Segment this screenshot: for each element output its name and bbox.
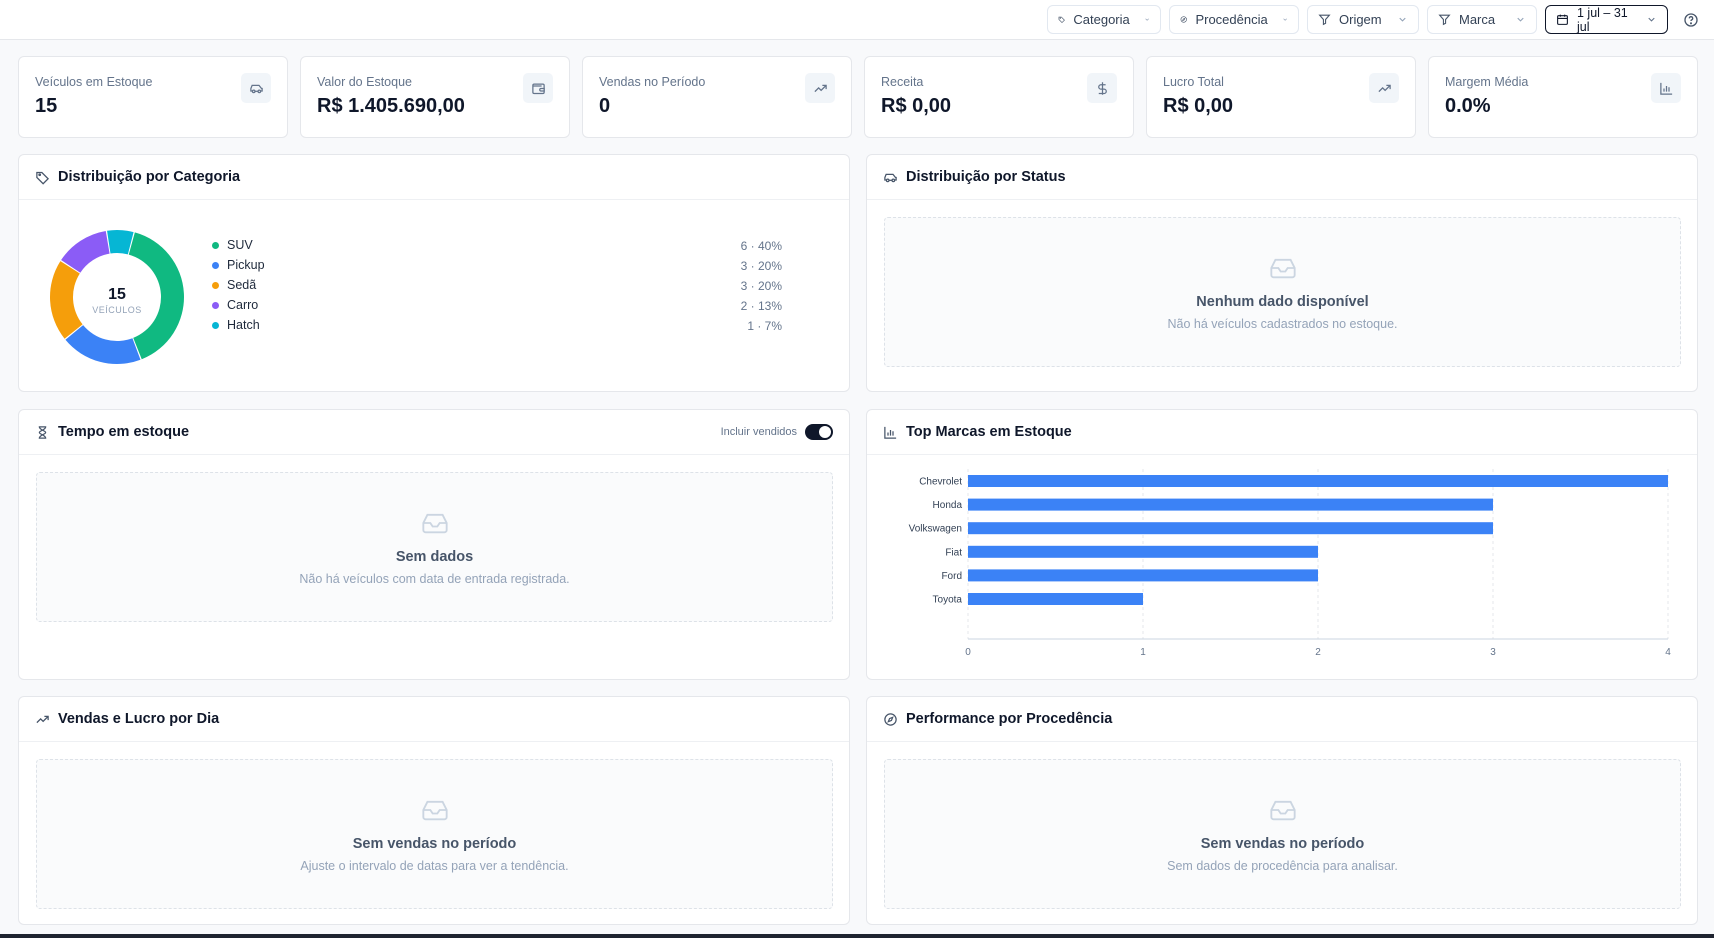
help-button[interactable] xyxy=(1680,9,1702,31)
legend-item: Carro 2 · 13% xyxy=(212,295,782,315)
bar-chart-icon xyxy=(1659,82,1672,95)
tempo-estoque-panel: Tempo em estoque Incluir vendidos Sem da… xyxy=(18,409,850,680)
kpi-card-receita: Receita R$ 0,00 xyxy=(864,56,1134,138)
chevron-down-icon xyxy=(1399,17,1406,22)
bar-toyota[interactable] xyxy=(968,593,1143,605)
bar-honda[interactable] xyxy=(968,498,1493,511)
legend-item: Sedã 3 · 20% xyxy=(212,275,782,295)
inbox-icon xyxy=(421,800,448,820)
y-category-label: Honda xyxy=(933,500,963,511)
categoria-panel: Distribuição por Categoria 15 VEÍCULOS S… xyxy=(18,154,850,392)
inbox-icon xyxy=(421,513,448,533)
vendas-lucro-panel: Vendas e Lucro por Dia Sem vendas no per… xyxy=(18,696,850,925)
legend-dot xyxy=(212,301,219,309)
origem-filter[interactable]: Origem xyxy=(1307,5,1419,34)
donut-slice-sedã[interactable] xyxy=(49,261,83,339)
dollar-icon xyxy=(1097,81,1107,95)
filter-icon xyxy=(1318,14,1331,26)
car-icon xyxy=(884,173,897,182)
procedencia-filter[interactable]: Procedência xyxy=(1169,5,1299,34)
category-donut-chart: 15 VEÍCULOS xyxy=(49,230,185,364)
legend-item: Pickup 3 · 20% xyxy=(212,255,782,275)
help-icon xyxy=(1684,12,1698,27)
hourglass-icon xyxy=(38,425,47,439)
bar-chevrolet[interactable] xyxy=(968,475,1668,487)
chevron-down-icon xyxy=(1517,17,1524,22)
tag-icon xyxy=(36,171,50,185)
marca-filter[interactable]: Marca xyxy=(1427,5,1537,34)
x-tick-label: 2 xyxy=(1315,647,1321,658)
trending-up-icon xyxy=(36,715,49,723)
kpi-card-margem: Margem Média 0.0% xyxy=(1428,56,1698,138)
filter-icon xyxy=(1438,14,1451,26)
kpi-card-veiculos: Veículos em Estoque 15 xyxy=(18,56,288,138)
inbox-icon xyxy=(1269,800,1296,820)
calendar-icon xyxy=(1557,14,1568,25)
donut-center-value: 15 xyxy=(108,286,126,303)
bottom-edge xyxy=(0,934,1714,938)
chevron-down-icon xyxy=(1145,18,1149,21)
vendas-empty-state: Sem vendas no período Ajuste o intervalo… xyxy=(36,759,833,909)
y-category-label: Volkswagen xyxy=(909,524,962,535)
legend-dot xyxy=(212,321,219,329)
tempo-empty-state: Sem dados Não há veículos com data de en… xyxy=(36,472,833,622)
compass-icon xyxy=(1180,16,1187,23)
donut-slice-pickup[interactable] xyxy=(65,325,141,364)
kpi-card-lucro: Lucro Total R$ 0,00 xyxy=(1146,56,1416,138)
top-marcas-bar-chart: Chevrolet Honda Volkswagen Fiat Ford Toyota 0… xyxy=(909,469,1671,658)
top-bar: Categoria Procedência Origem Marca 1 jul… xyxy=(0,0,1714,40)
status-empty-state: Nenhum dado disponível Não há veículos c… xyxy=(884,217,1681,367)
legend-item: Hatch 1 · 7% xyxy=(212,315,782,335)
date-range-picker[interactable]: 1 jul – 31 jul xyxy=(1545,5,1668,34)
trending-up-icon xyxy=(813,84,827,92)
donut-center-label: VEÍCULOS xyxy=(92,305,142,315)
inbox-icon xyxy=(1269,258,1296,278)
donut-slice-suv[interactable] xyxy=(128,232,185,360)
y-category-label: Ford xyxy=(941,571,962,582)
x-tick-label: 3 xyxy=(1490,647,1496,658)
procedencia-panel: Performance por Procedência Sem vendas n… xyxy=(866,696,1698,925)
legend-dot xyxy=(212,281,219,289)
legend-dot xyxy=(212,241,219,249)
y-category-label: Chevrolet xyxy=(919,477,962,488)
trending-up-icon xyxy=(1377,84,1391,92)
bar-ford[interactable] xyxy=(968,569,1318,582)
procedencia-empty-state: Sem vendas no período Sem dados de proce… xyxy=(884,759,1681,909)
kpi-card-vendas: Vendas no Período 0 xyxy=(582,56,852,138)
legend-dot xyxy=(212,261,219,269)
wallet-icon xyxy=(531,83,545,94)
bar-volkswagen[interactable] xyxy=(968,522,1493,535)
tag-icon xyxy=(1058,16,1065,24)
chevron-down-icon xyxy=(1648,17,1655,22)
bar-fiat[interactable] xyxy=(968,545,1318,558)
x-tick-label: 4 xyxy=(1665,647,1671,658)
top-marcas-panel: Top Marcas em Estoque Chevrolet Honda Volk… xyxy=(866,409,1698,680)
y-category-label: Toyota xyxy=(933,595,963,606)
status-panel: Distribuição por Status Nenhum dado disp… xyxy=(866,154,1698,392)
compass-icon xyxy=(884,712,897,726)
kpi-card-valor-estoque: Valor do Estoque R$ 1.405.690,00 xyxy=(300,56,570,138)
chevron-down-icon xyxy=(1283,18,1287,21)
x-tick-label: 1 xyxy=(1140,647,1146,658)
donut-slice-hatch[interactable] xyxy=(107,230,134,255)
y-category-label: Fiat xyxy=(945,547,962,558)
categoria-filter[interactable]: Categoria xyxy=(1047,5,1161,34)
incluir-vendidos-toggle[interactable] xyxy=(805,424,833,440)
legend-item: SUV 6 · 40% xyxy=(212,235,782,255)
car-icon xyxy=(249,84,263,93)
category-legend: SUV 6 · 40% Pickup 3 · 20% Sedã 3 · 20% … xyxy=(212,235,782,335)
bar-chart-icon xyxy=(884,426,897,439)
x-tick-label: 0 xyxy=(965,647,971,658)
filters-bar: Categoria Procedência Origem Marca 1 jul… xyxy=(1047,5,1702,34)
